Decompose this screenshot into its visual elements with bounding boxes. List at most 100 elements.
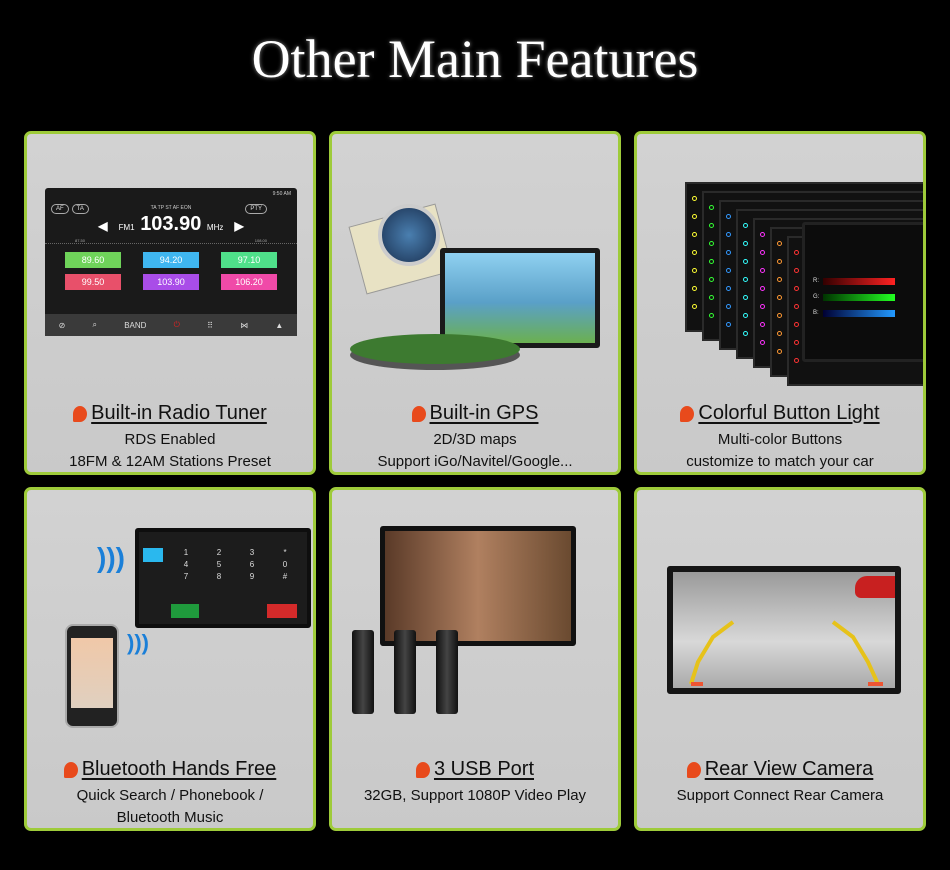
button-light-icon <box>726 286 731 291</box>
compass-icon <box>378 204 440 266</box>
button-light-icon <box>777 259 782 264</box>
preset-button: 99.50 <box>65 274 121 290</box>
button-light-icon <box>743 313 748 318</box>
dial-key: 2 <box>216 548 222 557</box>
signal-icon: ))) <box>127 630 149 655</box>
button-light-icon <box>760 286 765 291</box>
dial-key: 9 <box>249 572 255 581</box>
wifi-signal-icon: ))) <box>97 542 125 573</box>
button-light-icon <box>726 322 731 327</box>
feature-line: customize to match your car <box>686 452 874 470</box>
button-light-icon <box>743 295 748 300</box>
usb-drives <box>352 630 458 714</box>
band-button: BAND <box>124 320 147 330</box>
button-light-icon <box>760 232 765 237</box>
dial-key: 1 <box>183 548 189 557</box>
pty-button: PTY <box>245 204 267 214</box>
caption: Colorful Button Light Multi-color Button… <box>637 402 923 472</box>
feature-heading: 3 USB Port <box>433 758 535 780</box>
scale-min: 87.50 <box>75 238 86 243</box>
dial-key: 0 <box>282 560 288 569</box>
button-light-icon <box>760 250 765 255</box>
button-light-icon <box>743 277 748 282</box>
feature-heading: Built-in GPS <box>429 402 539 424</box>
button-light-icon <box>709 277 714 282</box>
r-label: R: <box>813 278 819 284</box>
b-label: B: <box>813 310 819 316</box>
button-light-icon <box>777 295 782 300</box>
prev-icon: ◀ <box>98 219 108 233</box>
dial-key: 4 <box>183 560 189 569</box>
button-light-icon <box>794 358 799 363</box>
button-light-icon <box>709 241 714 246</box>
mute-icon: ⊘ <box>58 320 66 330</box>
feature-heading: Rear View Camera <box>704 758 874 780</box>
feature-line: RDS Enabled <box>124 430 216 448</box>
b-slider <box>822 309 895 317</box>
button-light-icon <box>743 223 748 228</box>
button-light-icon <box>760 322 765 327</box>
button-light-icon <box>777 349 782 354</box>
feature-bluetooth: 1 2 3 * 4 5 6 0 7 8 9 # ))) ))) Bluetooth Hands Fre… <box>24 487 316 831</box>
feature-line: Support Connect Rear Camera <box>676 786 884 804</box>
scale-max: 108.00 <box>254 238 267 243</box>
feature-line: Bluetooth Music <box>116 808 224 826</box>
dial-key: 8 <box>216 572 222 581</box>
button-light-icon <box>692 250 697 255</box>
button-light-icon <box>743 331 748 336</box>
feature-line: 18FM & 12AM Stations Preset <box>69 452 271 470</box>
pin-icon <box>73 405 88 422</box>
feature-line: Support iGo/Navitel/Google... <box>377 452 573 470</box>
radio-toolbar: ⊘ ⌕ BAND ⏻ ⠿ ⋈ ▲ <box>45 314 297 336</box>
unit: MHz <box>206 223 224 232</box>
r-slider <box>823 277 895 285</box>
camera-screen <box>667 566 901 694</box>
button-light-icon <box>709 313 714 318</box>
button-light-icon <box>777 277 782 282</box>
feature-rear-camera: Rear View Camera Support Connect Rear Ca… <box>634 487 926 831</box>
button-light-icon <box>709 295 714 300</box>
phone-screen <box>71 638 113 708</box>
button-light-icon <box>726 214 731 219</box>
usb-drive <box>436 630 458 714</box>
feature-heading: Colorful Button Light <box>698 402 880 424</box>
button-light-icon <box>760 268 765 273</box>
caption: Built-in Radio Tuner RDS Enabled 18FM & … <box>27 402 313 472</box>
dialpad-tab <box>143 548 163 562</box>
button-light-icon <box>692 286 697 291</box>
stereo-icon: ⋈ <box>240 320 249 330</box>
dial-key: # <box>282 572 288 581</box>
hangup-button <box>267 604 297 618</box>
usb-drive <box>352 630 374 714</box>
radio-screen: 9:50 AM AF TA TA TP ST AF EON PTY ◀ FM1 … <box>45 188 297 336</box>
button-light-icon <box>760 304 765 309</box>
button-light-icon <box>777 241 782 246</box>
car <box>855 576 895 598</box>
feature-heading: Built-in Radio Tuner <box>91 402 267 424</box>
search-icon: ⌕ <box>92 320 97 329</box>
feature-gps: Built-in GPS 2D/3D maps Support iGo/Navi… <box>329 131 621 475</box>
frequency-display: ◀ FM1 103.90 MHz ▶ <box>45 213 297 236</box>
call-button <box>171 604 199 618</box>
feature-line: 2D/3D maps <box>433 430 517 448</box>
button-light-icon <box>726 250 731 255</box>
frequency: 103.90 <box>140 213 202 235</box>
pin-icon <box>686 761 701 778</box>
caption: Bluetooth Hands Free Quick Search / Phon… <box>27 758 313 828</box>
button-light-icon <box>692 268 697 273</box>
feature-usb: 3 USB Port 32GB, Support 1080P Video Pla… <box>329 487 621 831</box>
preset-button: 89.60 <box>65 252 121 268</box>
button-light-icon <box>726 268 731 273</box>
button-light-icon <box>726 232 731 237</box>
phone <box>65 624 119 728</box>
button-light-icon <box>777 313 782 318</box>
next-icon: ▶ <box>234 219 244 233</box>
terrain <box>350 334 520 364</box>
button-light-icon <box>794 250 799 255</box>
dial-key: 7 <box>183 572 189 581</box>
g-label: G: <box>813 294 820 300</box>
caption: Rear View Camera Support Connect Rear Ca… <box>637 758 923 807</box>
button-light-icon <box>794 286 799 291</box>
band: FM1 <box>118 223 135 232</box>
feature-heading: Bluetooth Hands Free <box>81 758 277 780</box>
